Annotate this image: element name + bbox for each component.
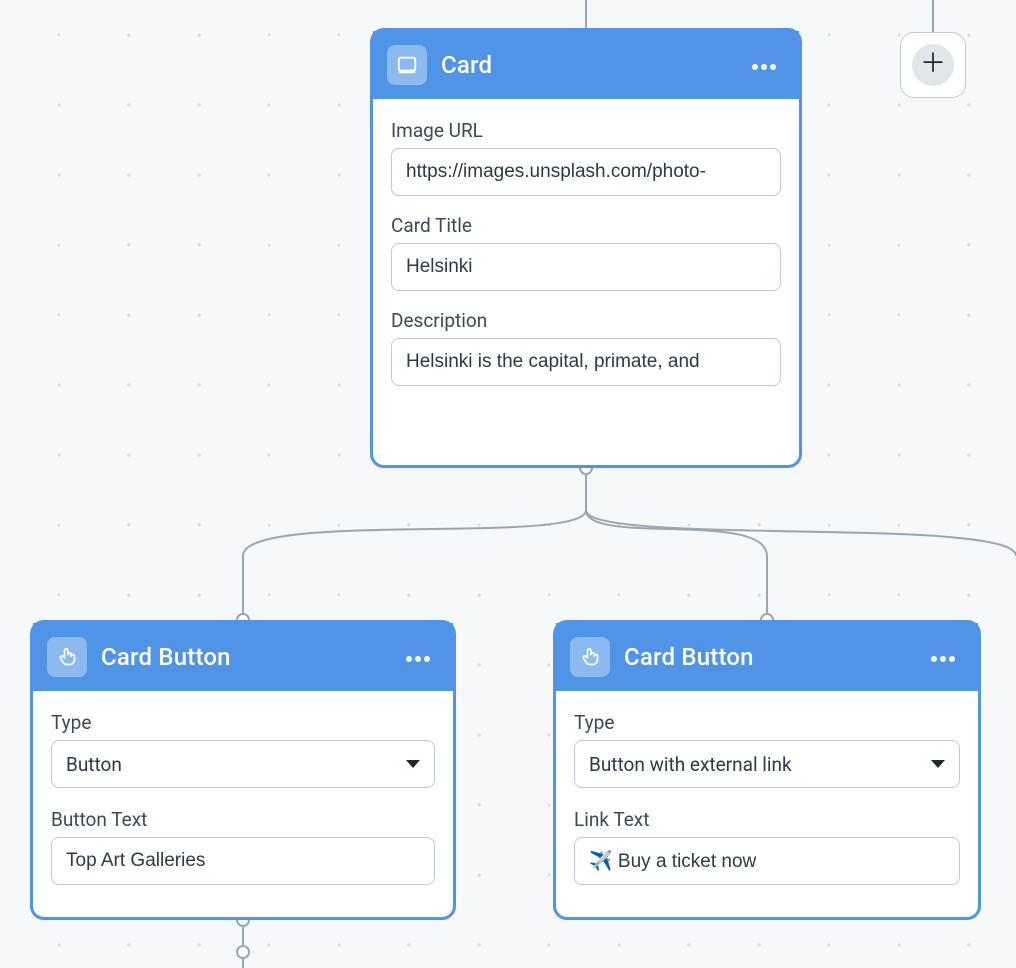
node-body: Type Button Button Text	[33, 691, 453, 919]
label-button-text: Button Text	[51, 808, 435, 831]
node-menu-button[interactable]	[403, 644, 433, 670]
input-description[interactable]	[391, 338, 781, 386]
node-title: Card	[441, 51, 735, 79]
node-menu-button[interactable]	[928, 644, 958, 670]
plus-icon-circle: ＋	[912, 44, 954, 86]
chevron-down-icon	[406, 760, 420, 768]
tap-icon	[570, 637, 610, 677]
node-body: Type Button with external link Link Text	[556, 691, 978, 919]
input-card-title[interactable]	[391, 243, 781, 291]
node-title: Card Button	[624, 643, 914, 671]
label-card-title: Card Title	[391, 214, 781, 237]
node-menu-button[interactable]	[749, 52, 779, 78]
add-node-button[interactable]: ＋	[900, 32, 966, 98]
connector-port[interactable]	[236, 945, 250, 959]
input-link-text[interactable]	[574, 837, 960, 885]
label-link-text: Link Text	[574, 808, 960, 831]
node-header: Card Button	[33, 623, 453, 691]
select-type-value: Button	[66, 753, 122, 776]
label-description: Description	[391, 309, 781, 332]
label-type: Type	[51, 711, 435, 734]
node-title: Card Button	[101, 643, 389, 671]
input-image-url[interactable]	[391, 148, 781, 196]
node-header: Card	[373, 31, 799, 99]
node-card[interactable]: Card Image URL Card Title Description	[370, 28, 802, 468]
label-image-url: Image URL	[391, 119, 781, 142]
tap-icon	[47, 637, 87, 677]
select-type[interactable]: Button	[51, 740, 435, 788]
select-type[interactable]: Button with external link	[574, 740, 960, 788]
node-card-button-2[interactable]: Card Button Type Button with external li…	[553, 620, 981, 920]
plus-icon: ＋	[920, 51, 946, 77]
node-header: Card Button	[556, 623, 978, 691]
select-type-value: Button with external link	[589, 753, 792, 776]
chevron-down-icon	[931, 760, 945, 768]
input-button-text[interactable]	[51, 837, 435, 885]
node-card-button-1[interactable]: Card Button Type Button Button Text	[30, 620, 456, 920]
node-body: Image URL Card Title Description	[373, 99, 799, 420]
flow-canvas[interactable]: ＋ Card Image URL Card Title Description	[0, 0, 1016, 968]
label-type: Type	[574, 711, 960, 734]
card-icon	[387, 45, 427, 85]
